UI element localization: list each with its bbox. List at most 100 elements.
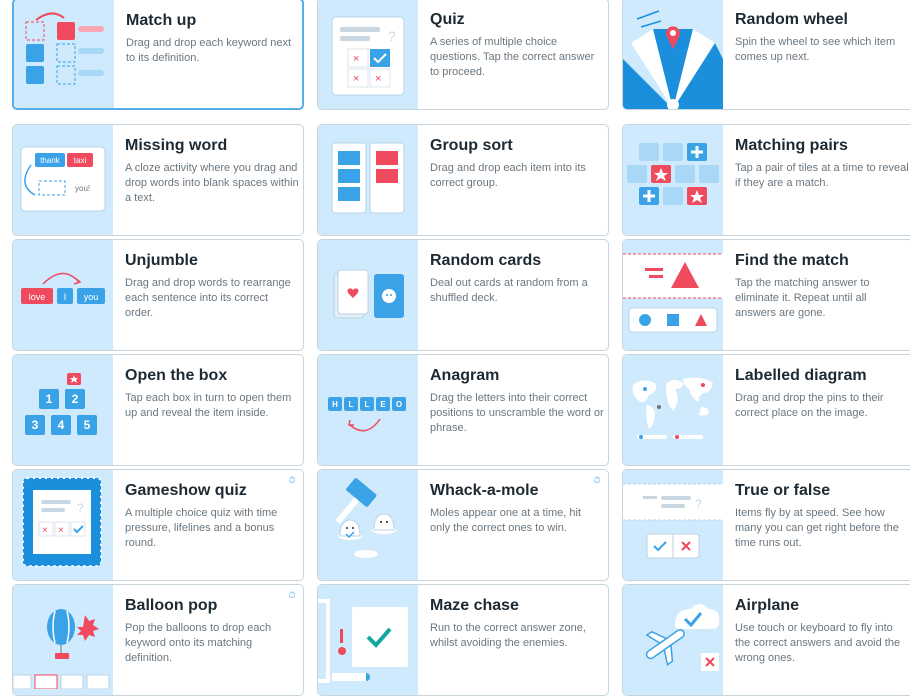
template-grid: Match up Drag and drop each keyword next… [12, 0, 910, 696]
template-description: A cloze activity where you drag and drop… [125, 162, 299, 204]
template-title: Random wheel [735, 11, 848, 28]
timer-icon: ⏱ [285, 589, 299, 603]
box-number: 2 [72, 392, 79, 406]
svg-text:?: ? [388, 28, 396, 44]
template-card-open-the-box[interactable]: 1 2 3 4 5 Open the box Tap each box in t… [12, 354, 304, 466]
letter-tile: E [380, 400, 386, 409]
match-up-icon [14, 0, 114, 108]
template-description: Drag and drop each keyword next to its d… [126, 37, 292, 64]
timer-icon: ⏱ [590, 474, 604, 488]
template-card-matching-pairs[interactable]: Matching pairs Tap a pair of tiles at a … [622, 124, 910, 236]
true-or-false-icon: ? [623, 470, 723, 580]
letter-tile: L [365, 400, 370, 409]
template-description: Drag and drop words to rearrange each se… [125, 277, 291, 319]
template-title: Find the match [735, 252, 849, 269]
template-title: Unjumble [125, 252, 198, 269]
airplane-icon [623, 585, 723, 695]
anagram-icon: H L L E O [318, 355, 418, 465]
template-description: Use touch or keyboard to fly into the co… [735, 622, 901, 664]
chip-text: you! [75, 184, 90, 193]
template-description: Drag the letters into their correct posi… [430, 392, 604, 434]
template-title: Balloon pop [125, 597, 218, 614]
template-title: Match up [126, 12, 197, 29]
template-description: Moles appear one at a time, hit only the… [430, 507, 582, 534]
letter-tile: O [396, 400, 402, 409]
template-title: Maze chase [430, 597, 519, 614]
template-card-match-up[interactable]: Match up Drag and drop each keyword next… [12, 0, 304, 110]
box-number: 1 [46, 392, 53, 406]
chip-text: thank [40, 156, 61, 165]
template-title: Whack-a-mole [430, 482, 539, 499]
template-title: Open the box [125, 367, 228, 384]
letter-tile: H [332, 400, 338, 409]
template-title: True or false [735, 482, 831, 499]
chip-text: love [29, 292, 46, 302]
unjumble-icon: love I you [13, 240, 113, 350]
template-description: Drag and drop the pins to their correct … [735, 392, 884, 419]
template-card-whack-a-mole[interactable]: ⏱ Whack-a-mole Moles appear one at a tim… [317, 469, 609, 581]
whack-a-mole-icon [318, 470, 418, 580]
template-card-random-cards[interactable]: Random cards Deal out cards at random fr… [317, 239, 609, 351]
svg-text:?: ? [695, 497, 702, 511]
template-description: Items fly by at speed. See how many you … [735, 507, 899, 549]
template-card-labelled-diagram[interactable]: Labelled diagram Drag and drop the pins … [622, 354, 910, 466]
template-title: Anagram [430, 367, 500, 384]
template-description: Drag and drop each item into its correct… [430, 162, 586, 189]
gameshow-quiz-icon: ? × × [13, 470, 113, 580]
svg-text:×: × [353, 53, 359, 65]
missing-word-icon: thank taxi you! [13, 125, 113, 235]
box-number: 4 [58, 418, 65, 432]
box-number: 5 [84, 418, 91, 432]
template-card-find-the-match[interactable]: Find the match Tap the matching answer t… [622, 239, 910, 351]
template-title: Labelled diagram [735, 367, 867, 384]
balloon-pop-icon [13, 585, 113, 695]
group-sort-icon [318, 125, 418, 235]
svg-text:×: × [375, 73, 381, 85]
labelled-diagram-icon [623, 355, 723, 465]
matching-pairs-icon [623, 125, 723, 235]
find-the-match-icon [623, 240, 723, 350]
quiz-icon: ? × × × [318, 0, 418, 109]
template-card-random-wheel[interactable]: Random wheel Spin the wheel to see which… [622, 0, 910, 110]
svg-text:×: × [58, 525, 64, 536]
svg-text:×: × [42, 525, 48, 536]
template-description: Deal out cards at random from a shuffled… [430, 277, 588, 304]
template-title: Gameshow quiz [125, 482, 247, 499]
template-card-airplane[interactable]: Airplane Use touch or keyboard to fly in… [622, 584, 910, 696]
template-title: Missing word [125, 137, 228, 154]
template-description: A multiple choice quiz with time pressur… [125, 507, 278, 549]
box-number: 3 [32, 418, 39, 432]
template-card-quiz[interactable]: ? × × × Quiz A series of multiple choice… [317, 0, 609, 110]
template-description: Tap a pair of tiles at a time to reveal … [735, 162, 909, 189]
template-title: Matching pairs [735, 137, 848, 154]
template-card-balloon-pop[interactable]: ⏱ Balloon pop Pop the balloons to drop e… [12, 584, 304, 696]
chip-text: taxi [74, 156, 87, 165]
template-title: Quiz [430, 11, 465, 28]
template-description: Spin the wheel to see which item comes u… [735, 36, 896, 63]
template-description: A series of multiple choice questions. T… [430, 36, 595, 78]
open-the-box-icon: 1 2 3 4 5 [13, 355, 113, 465]
template-card-true-or-false[interactable]: ? True or false Items fly by at speed. S… [622, 469, 910, 581]
template-description: Pop the balloons to drop each keyword on… [125, 622, 272, 664]
template-title: Random cards [430, 252, 542, 269]
random-wheel-icon [623, 0, 723, 109]
template-description: Run to the correct answer zone, whilst a… [430, 622, 586, 649]
template-description: Tap the matching answer to eliminate it.… [735, 277, 870, 319]
letter-tile: L [349, 400, 354, 409]
template-title: Group sort [430, 137, 513, 154]
chip-text: I [64, 292, 67, 302]
template-description: Tap each box in turn to open them up and… [125, 392, 292, 419]
timer-icon: ⏱ [285, 474, 299, 488]
svg-text:×: × [353, 73, 359, 85]
chip-text: you [84, 292, 99, 302]
template-card-gameshow-quiz[interactable]: ? × × ⏱ Gameshow quiz A multiple choice … [12, 469, 304, 581]
template-card-unjumble[interactable]: love I you Unjumble Drag and drop words … [12, 239, 304, 351]
template-card-missing-word[interactable]: thank taxi you! Missing word A cloze act… [12, 124, 304, 236]
template-card-anagram[interactable]: H L L E O Anagram Drag the letters into … [317, 354, 609, 466]
template-card-maze-chase[interactable]: Maze chase Run to the correct answer zon… [317, 584, 609, 696]
maze-chase-icon [318, 585, 418, 695]
svg-text:?: ? [77, 501, 84, 515]
template-title: Airplane [735, 597, 800, 614]
random-cards-icon [318, 240, 418, 350]
template-card-group-sort[interactable]: Group sort Drag and drop each item into … [317, 124, 609, 236]
